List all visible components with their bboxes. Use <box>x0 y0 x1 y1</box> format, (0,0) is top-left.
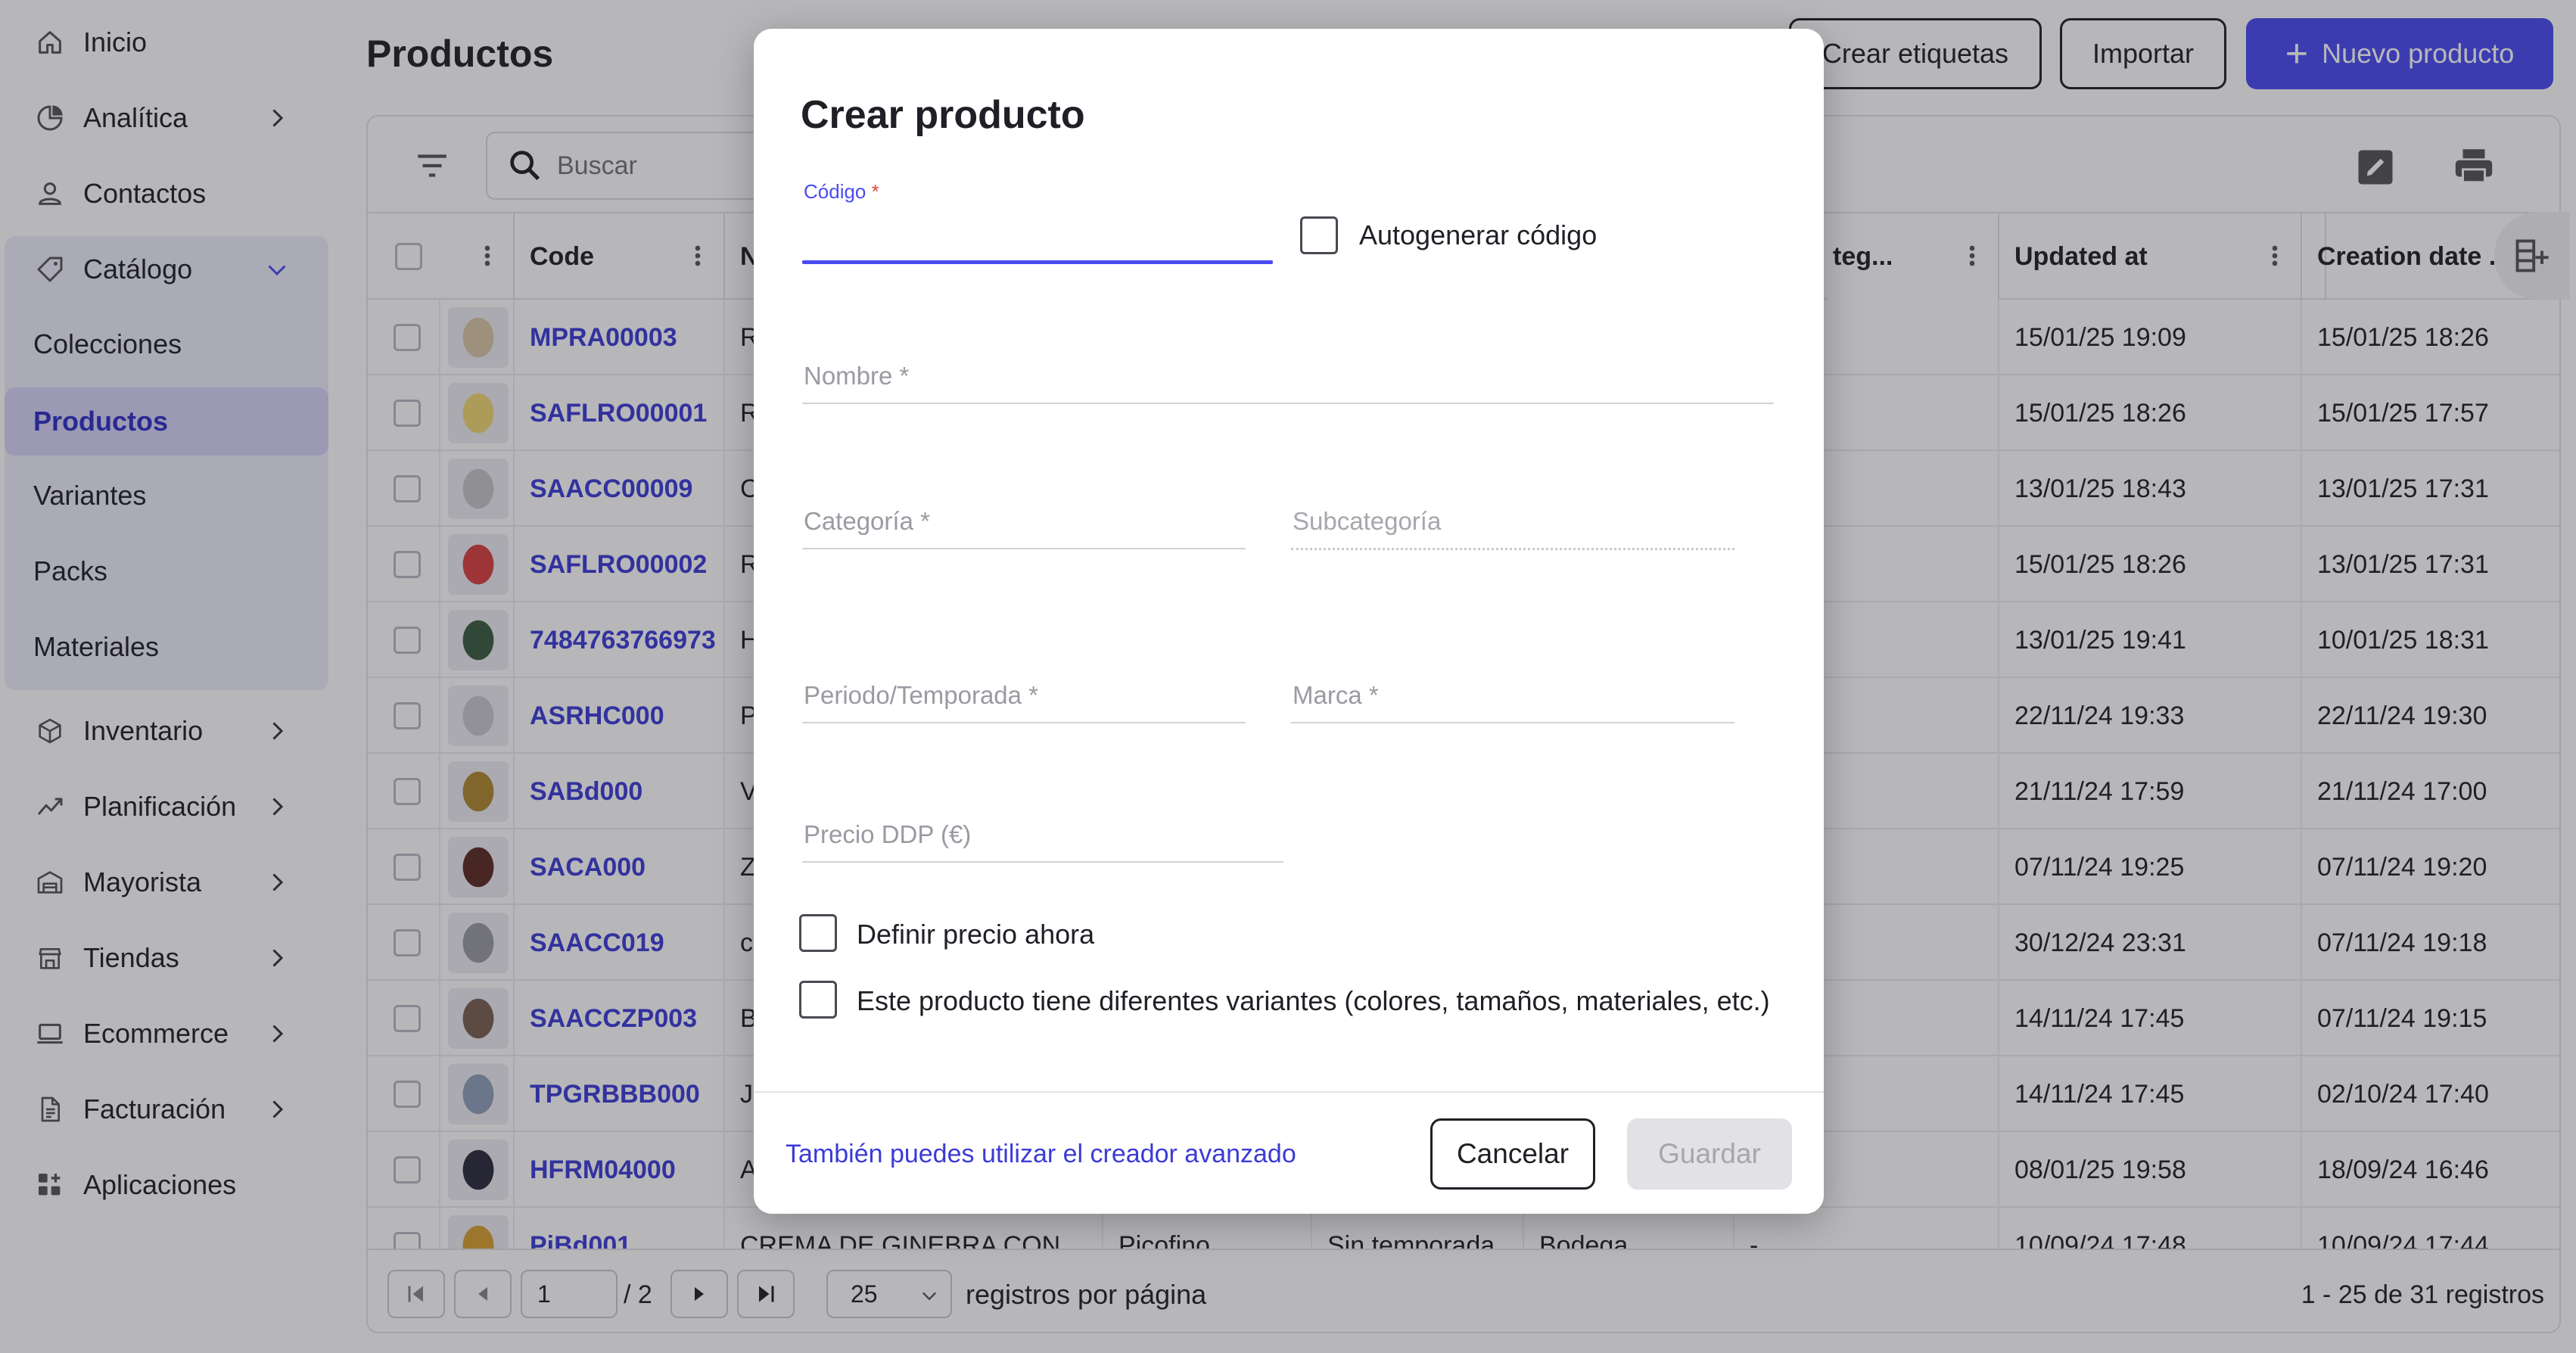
autogenerate-code-label: Autogenerar código <box>1359 219 1598 250</box>
price-ddp-input[interactable]: Precio DDP (€) <box>802 790 1283 863</box>
code-field-label: Código * <box>804 180 879 203</box>
define-price-checkbox[interactable] <box>799 914 837 952</box>
create-product-dialog: Crear producto Código * Autogenerar códi… <box>754 29 1824 1214</box>
has-variants-label: Este producto tiene diferentes variantes… <box>857 985 1770 1016</box>
subcategory-select[interactable]: Subcategoría <box>1291 477 1734 550</box>
dialog-divider <box>754 1091 1824 1093</box>
category-select[interactable]: Categoría * <box>802 477 1246 549</box>
season-select[interactable]: Periodo/Temporada * <box>802 651 1246 723</box>
advanced-creator-link[interactable]: También puedes utilizar el creador avanz… <box>786 1140 1296 1169</box>
save-button[interactable]: Guardar <box>1627 1118 1792 1190</box>
define-price-label: Definir precio ahora <box>857 919 1095 950</box>
has-variants-checkbox[interactable] <box>799 981 837 1019</box>
name-field[interactable]: Nombre * <box>802 331 1774 404</box>
dialog-title: Crear producto <box>801 93 1085 137</box>
brand-select[interactable]: Marca * <box>1291 651 1734 723</box>
autogenerate-code-checkbox[interactable] <box>1300 216 1338 254</box>
cancel-button[interactable]: Cancelar <box>1430 1118 1595 1190</box>
code-input[interactable] <box>802 260 1273 264</box>
